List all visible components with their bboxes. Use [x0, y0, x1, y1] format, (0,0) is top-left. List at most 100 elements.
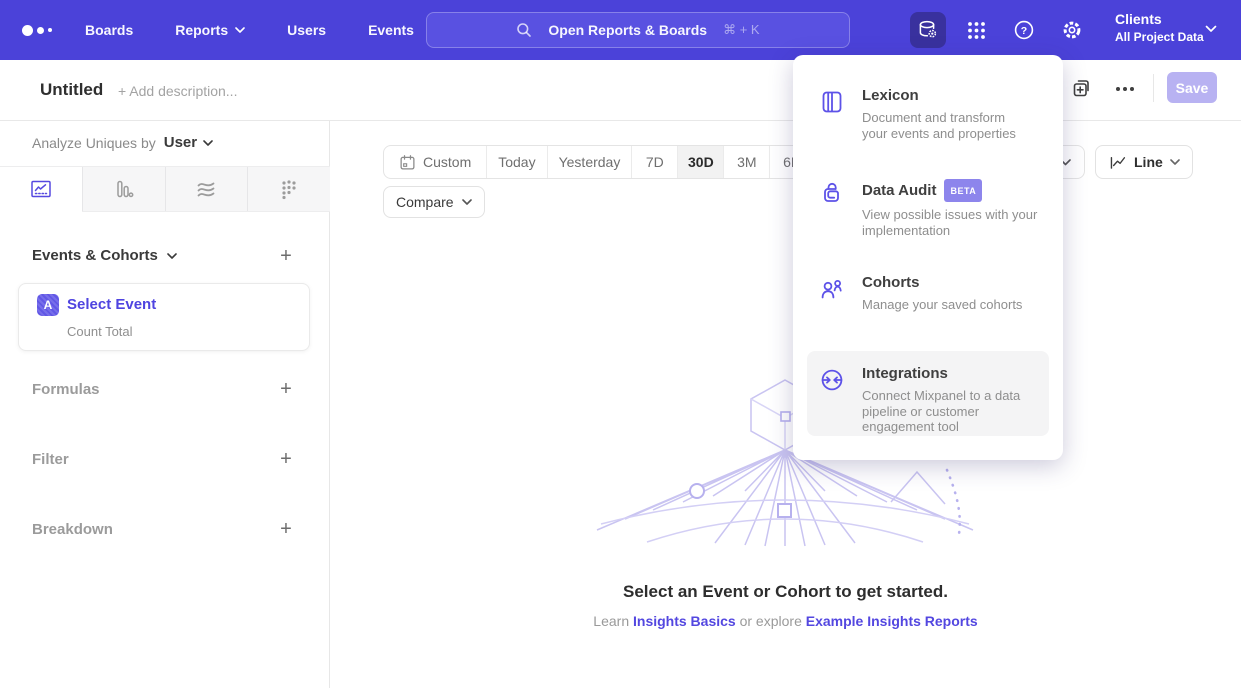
lexicon-title: Lexicon [862, 87, 919, 105]
menu-item-text: Integrations Connect Mixpanel to a data … [862, 365, 1020, 435]
nav-item-boards-label: Boards [85, 22, 133, 38]
chart-type-tabs [0, 166, 330, 212]
cohorts-people-icon [819, 276, 845, 302]
add-description-field[interactable]: + Add description... [118, 83, 237, 99]
integrations-title: Integrations [862, 365, 948, 383]
more-options-button[interactable] [1110, 77, 1140, 101]
chart-type-dropdown[interactable]: Line [1095, 145, 1193, 179]
data-audit-icon [819, 181, 845, 207]
chevron-down-icon [462, 199, 472, 205]
more-icon [1116, 87, 1120, 91]
date-range-yesterday-label: Yesterday [559, 154, 621, 170]
copy-plus-icon [1071, 77, 1092, 98]
date-range-7d-label: 7D [646, 154, 664, 170]
compare-label: Compare [396, 194, 454, 210]
line-chart-icon [1108, 153, 1127, 172]
count-total-label: Count Total [67, 324, 133, 339]
nav-item-reports-label: Reports [175, 22, 228, 38]
tab-bar-chart[interactable] [82, 167, 165, 211]
nav-item-events-label: Events [368, 22, 414, 38]
date-range-custom[interactable]: Custom [384, 146, 486, 178]
more-icon [1130, 87, 1134, 91]
add-event-button[interactable]: + [277, 247, 295, 265]
duplicate-report-button[interactable] [1071, 77, 1095, 101]
apps-grid-button[interactable] [958, 12, 994, 48]
integrations-description: Connect Mixpanel to a data pipeline or c… [862, 388, 1020, 435]
menu-item-cohorts[interactable]: Cohorts Manage your saved cohorts [819, 274, 1045, 313]
nav-item-reports[interactable]: Reports [175, 22, 245, 38]
mixpanel-insights-app: Boards Reports Users Events Open Reports… [0, 0, 1241, 688]
chevron-down-icon [1205, 25, 1217, 33]
settings-button[interactable] [1054, 12, 1090, 48]
data-audit-title: Data Audit [862, 182, 936, 200]
svg-text:?: ? [1021, 25, 1027, 37]
lexicon-book-icon [819, 89, 845, 115]
menu-item-text: Cohorts Manage your saved cohorts [862, 274, 1022, 313]
global-search-bar[interactable]: Open Reports & Boards ⌘ + K [426, 12, 850, 48]
chevron-down-icon [235, 27, 245, 33]
date-range-30d[interactable]: 30D [677, 146, 723, 178]
date-range-custom-label: Custom [423, 154, 471, 170]
add-breakdown-button[interactable]: + [277, 520, 295, 538]
gear-icon [1061, 19, 1083, 41]
nav-item-events[interactable]: Events [368, 22, 414, 38]
breakdown-section-label: Breakdown [32, 521, 113, 538]
nav-item-users[interactable]: Users [287, 22, 326, 38]
menu-item-integrations[interactable]: Integrations Connect Mixpanel to a data … [819, 365, 1045, 435]
mixpanel-logo-icon[interactable] [22, 0, 52, 60]
project-name: All Project Data [1115, 29, 1204, 45]
empty-state-prefix: Learn [593, 613, 629, 629]
chevron-down-icon [1170, 159, 1180, 165]
top-nav: Boards Reports Users Events Open Reports… [0, 0, 1241, 60]
save-button[interactable]: Save [1167, 72, 1217, 103]
select-event-card[interactable]: A Select Event Count Total [18, 283, 310, 351]
integrations-icon [819, 367, 845, 393]
date-range-yesterday[interactable]: Yesterday [547, 146, 632, 178]
nav-item-users-label: Users [287, 22, 326, 38]
header-divider [1153, 74, 1154, 102]
tab-flow-chart[interactable] [165, 167, 248, 211]
project-switcher[interactable]: Clients All Project Data [1115, 10, 1204, 45]
events-cohorts-label: Events & Cohorts [32, 247, 158, 264]
save-button-label: Save [1176, 80, 1209, 96]
date-range-3m[interactable]: 3M [723, 146, 769, 178]
analyze-by-value: User [164, 134, 197, 151]
tab-metric-dots[interactable] [247, 167, 330, 211]
menu-item-text: Lexicon Document and transform your even… [862, 87, 1016, 141]
chevron-down-icon [203, 140, 213, 146]
lexicon-description: Document and transform your events and p… [862, 110, 1016, 141]
date-range-today-label: Today [498, 154, 535, 170]
report-title[interactable]: Untitled [40, 80, 103, 100]
search-shortcut: ⌘ + K [723, 22, 760, 38]
search-placeholder: Open Reports & Boards [548, 22, 707, 38]
empty-state-title: Select an Event or Cohort to get started… [330, 582, 1241, 602]
database-gear-icon [917, 19, 939, 41]
help-button[interactable]: ? [1006, 12, 1042, 48]
search-icon [516, 22, 532, 38]
analyze-by-label: Analyze Uniques by [32, 135, 156, 151]
cohorts-title: Cohorts [862, 274, 920, 292]
insights-basics-link[interactable]: Insights Basics [633, 613, 736, 629]
date-range-7d[interactable]: 7D [631, 146, 677, 178]
analyze-by-selector[interactable]: User [164, 134, 213, 151]
nav-item-boards[interactable]: Boards [85, 22, 133, 38]
add-formula-button[interactable]: + [277, 380, 295, 398]
compare-dropdown[interactable]: Compare [383, 186, 485, 218]
chart-type-label: Line [1134, 154, 1163, 170]
date-range-today[interactable]: Today [486, 146, 546, 178]
flow-chart-icon [194, 177, 218, 201]
menu-item-lexicon[interactable]: Lexicon Document and transform your even… [819, 87, 1045, 141]
tab-line-chart[interactable] [0, 167, 82, 212]
data-management-menu: Lexicon Document and transform your even… [793, 55, 1063, 460]
menu-item-data-audit[interactable]: Data AuditBETA View possible issues with… [819, 179, 1045, 238]
metric-dots-icon [277, 177, 301, 201]
analyze-by-row: Analyze Uniques by User [32, 134, 213, 151]
menu-item-text: Data AuditBETA View possible issues with… [862, 179, 1037, 238]
example-reports-link[interactable]: Example Insights Reports [806, 613, 978, 629]
add-filter-button[interactable]: + [277, 450, 295, 468]
nav-links: Boards Reports Users Events [85, 0, 414, 60]
calendar-icon [399, 154, 416, 171]
events-cohorts-header[interactable]: Events & Cohorts [32, 247, 177, 264]
line-chart-icon [29, 177, 53, 201]
data-management-button[interactable] [910, 12, 946, 48]
